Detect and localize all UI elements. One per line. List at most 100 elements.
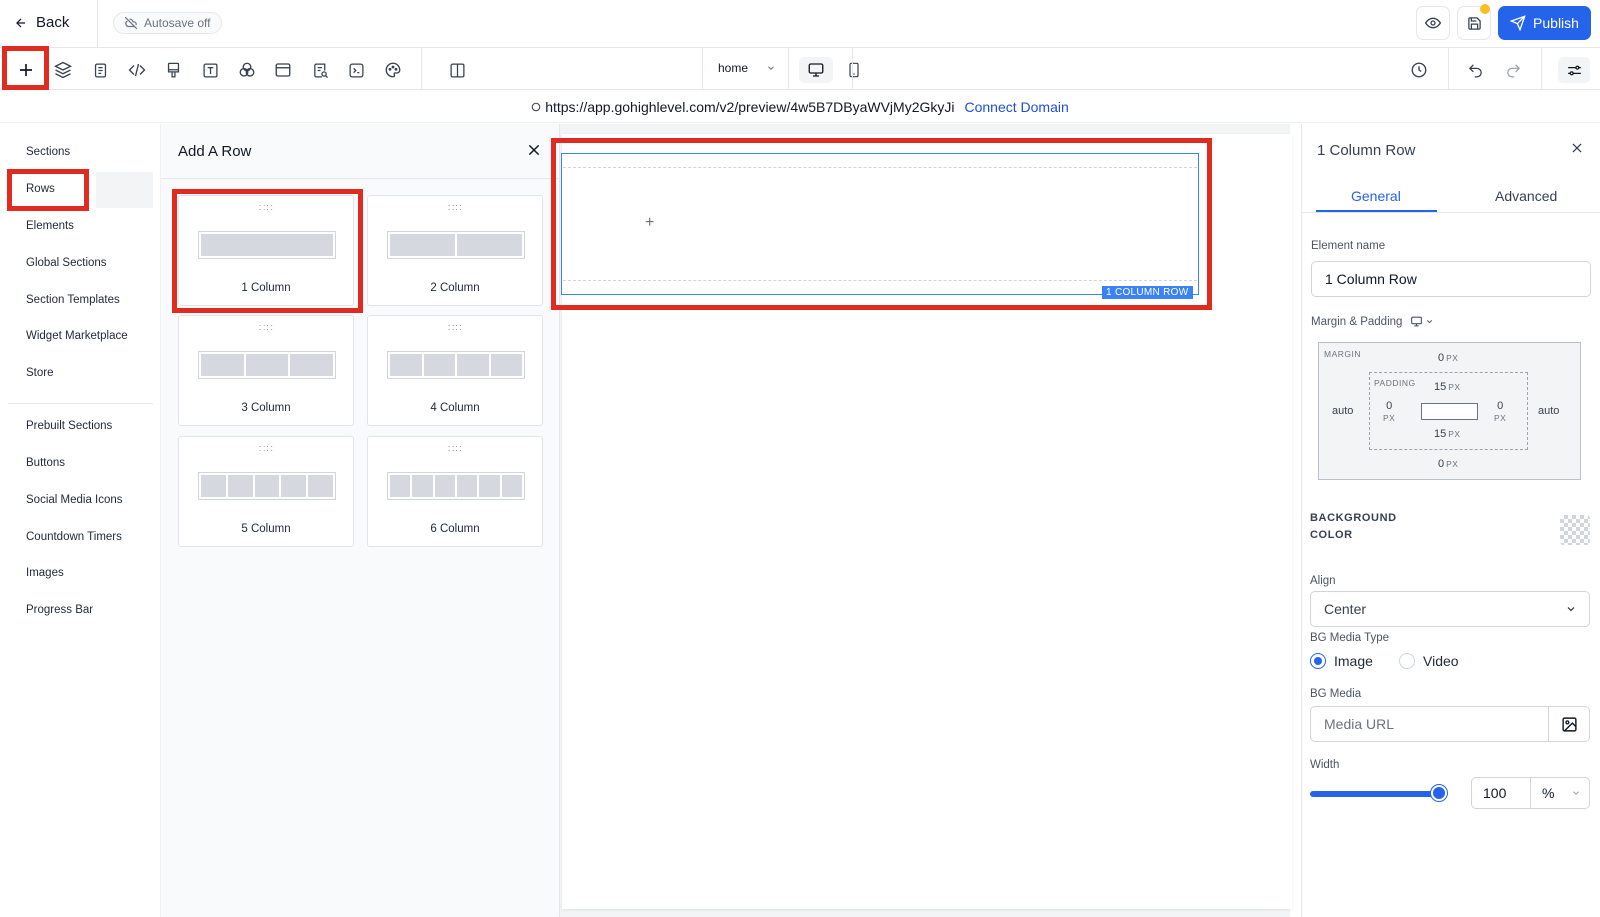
nav-item-widget-marketplace[interactable]: Widget Marketplace — [26, 330, 128, 342]
device-dropdown[interactable] — [1410, 315, 1434, 328]
pages-button[interactable] — [87, 57, 113, 83]
element-name-label: Element name — [1311, 240, 1386, 252]
width-slider-thumb[interactable] — [1431, 785, 1447, 801]
shapes-button[interactable] — [234, 57, 260, 83]
add-column-button[interactable]: + — [645, 214, 654, 232]
publish-button[interactable]: Publish — [1498, 6, 1591, 40]
nav-item-elements[interactable]: Elements — [26, 220, 74, 232]
drag-handle-icon[interactable]: ∷∷ — [259, 445, 274, 455]
width-label: Width — [1310, 759, 1340, 771]
divider — [421, 48, 422, 90]
drag-handle-icon[interactable]: ∷∷ — [259, 324, 274, 334]
chevron-down-icon — [1565, 603, 1577, 615]
box-model-editor: MARGIN 0 PX 0 PX auto auto PADDING 15 PX 15… — [1318, 342, 1581, 480]
drag-handle-icon[interactable]: ∷∷ — [448, 445, 463, 455]
row-card-3-column[interactable]: ∷∷ 3 Column — [178, 315, 354, 426]
margin-top[interactable]: 0 PX — [1438, 352, 1458, 364]
arrow-left-icon — [14, 16, 28, 30]
history-button[interactable] — [1406, 57, 1432, 83]
page-select[interactable]: home — [718, 61, 776, 75]
nav-item-store[interactable]: Store — [26, 367, 54, 379]
nav-item-rows[interactable]: Rows — [26, 183, 55, 195]
unit-label: PX — [1448, 429, 1461, 439]
padding-left[interactable]: 0 PX — [1383, 400, 1395, 424]
desktop-view-button[interactable] — [799, 57, 833, 83]
nav-item-buttons[interactable]: Buttons — [26, 457, 65, 469]
redo-button[interactable] — [1500, 57, 1526, 83]
element-name-input[interactable]: 1 Column Row — [1311, 261, 1591, 297]
tab-general[interactable]: General — [1351, 188, 1401, 204]
drag-handle-icon[interactable]: ∷∷ — [448, 324, 463, 334]
row-card-2-column[interactable]: ∷∷ 2 Column — [367, 195, 543, 306]
nav-item-section-templates[interactable]: Section Templates — [26, 294, 120, 306]
radio-image[interactable]: Image — [1310, 653, 1373, 669]
width-slider-track[interactable] — [1310, 791, 1436, 797]
nav-item-images[interactable]: Images — [26, 567, 64, 579]
drag-handle-icon[interactable]: ∷∷ — [448, 204, 463, 214]
divider — [1541, 48, 1542, 90]
unit-label: PX — [1494, 413, 1507, 423]
padding-top[interactable]: 15 PX — [1434, 381, 1461, 393]
row-card-5-column[interactable]: ∷∷ 5 Column — [178, 436, 354, 547]
nav-item-global-sections[interactable]: Global Sections — [26, 257, 107, 269]
theme-button[interactable] — [380, 57, 406, 83]
nav-item-prebuilt-sections[interactable]: Prebuilt Sections — [26, 420, 112, 432]
split-view-button[interactable] — [444, 57, 470, 83]
margin-right[interactable]: auto — [1538, 405, 1559, 417]
add-element-button[interactable] — [13, 57, 39, 83]
text-button[interactable] — [197, 57, 223, 83]
divider — [97, 0, 98, 48]
cloud-off-icon — [124, 16, 138, 30]
tracking-code-button[interactable] — [343, 57, 369, 83]
connect-domain-link[interactable]: Connect Domain — [965, 99, 1069, 115]
close-settings-button[interactable] — [1570, 141, 1584, 155]
align-select[interactable]: Center — [1310, 591, 1590, 627]
margin-left[interactable]: auto — [1332, 405, 1353, 417]
media-picker-button[interactable] — [1548, 706, 1590, 742]
styles-button[interactable] — [160, 57, 186, 83]
mobile-view-button[interactable] — [841, 57, 867, 83]
selected-row[interactable] — [561, 153, 1199, 295]
margin-top-value: 0 — [1438, 352, 1445, 364]
padding-label: PADDING — [1374, 378, 1416, 388]
seo-button[interactable] — [307, 57, 333, 83]
divider — [852, 48, 853, 90]
row-card-4-column[interactable]: ∷∷ 4 Column — [367, 315, 543, 426]
templates-button[interactable] — [270, 57, 296, 83]
row-card-1-column[interactable]: ∷∷ 1 Column — [178, 195, 354, 306]
margin-bottom[interactable]: 0 PX — [1438, 458, 1458, 470]
nav-item-sections[interactable]: Sections — [26, 146, 70, 158]
padding-bottom[interactable]: 15 PX — [1434, 428, 1461, 440]
column-preview — [198, 231, 336, 259]
width-input[interactable]: 100 — [1471, 777, 1531, 809]
background-color-picker[interactable] — [1560, 515, 1590, 545]
preview-button[interactable] — [1416, 6, 1450, 40]
padding-right[interactable]: 0 PX — [1494, 400, 1506, 424]
row-card-6-column[interactable]: ∷∷ 6 Column — [367, 436, 543, 547]
back-button[interactable]: Back — [14, 14, 69, 31]
publish-label: Publish — [1533, 15, 1579, 31]
layers-button[interactable] — [50, 57, 76, 83]
nav-item-countdown-timers[interactable]: Countdown Timers — [26, 531, 122, 543]
add-row-panel: Add A Row ∷∷ 1 Column ∷∷ 2 Column ∷∷ 3 C… — [160, 124, 561, 917]
drag-handle-icon[interactable]: ∷∷ — [259, 204, 274, 214]
code-button[interactable] — [124, 57, 150, 83]
media-url-input[interactable]: Media URL — [1310, 706, 1549, 742]
nav-item-progress-bar[interactable]: Progress Bar — [26, 604, 93, 616]
radio-selected-icon — [1310, 653, 1326, 669]
divider — [788, 48, 789, 90]
undo-button[interactable] — [1462, 57, 1488, 83]
tab-advanced[interactable]: Advanced — [1495, 188, 1557, 204]
settings-toggle-button[interactable] — [1558, 57, 1590, 83]
width-unit-select[interactable]: % — [1530, 777, 1590, 809]
mobile-icon — [846, 62, 862, 78]
autosave-toggle[interactable]: Autosave off — [113, 12, 222, 34]
preview-url[interactable]: https://app.gohighlevel.com/v2/preview/4… — [545, 99, 954, 115]
unsaved-indicator — [1480, 4, 1490, 14]
close-panel-button[interactable] — [526, 142, 542, 158]
background-color-text: BACKGROUND COLOR — [1310, 512, 1397, 541]
chevron-down-icon — [766, 63, 776, 73]
nav-item-social-media-icons[interactable]: Social Media Icons — [26, 494, 123, 506]
row-type-tag: 1 COLUMN ROW — [1102, 286, 1193, 299]
radio-video[interactable]: Video — [1399, 653, 1459, 669]
